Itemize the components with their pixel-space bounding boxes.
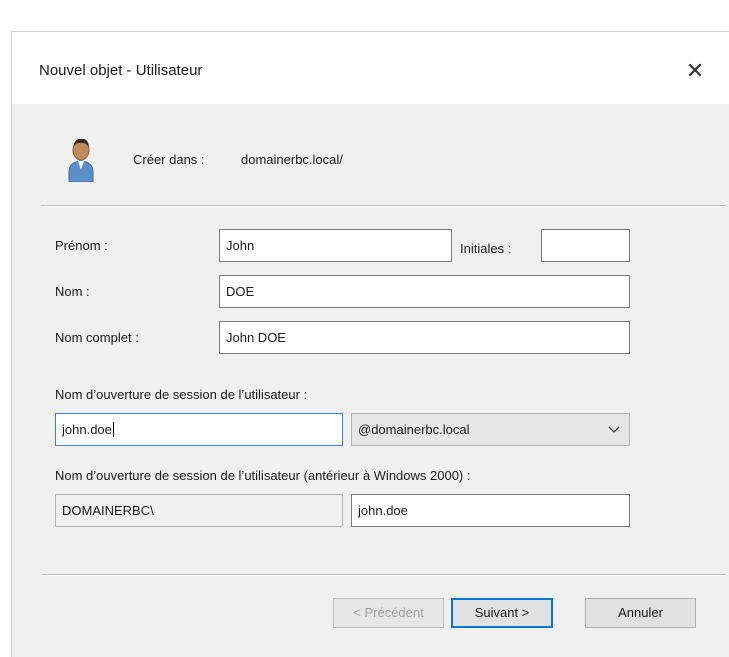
first-name-field[interactable]: John bbox=[219, 229, 452, 262]
last-name-field[interactable]: DOE bbox=[219, 275, 630, 308]
logon-pre2000-label: Nom d’ouverture de session de l’utilisat… bbox=[55, 468, 471, 483]
logon-name-value: john.doe bbox=[62, 422, 112, 437]
full-name-field[interactable]: John DOE bbox=[219, 321, 630, 354]
last-name-label: Nom : bbox=[55, 284, 90, 299]
dialog-title: Nouvel objet - Utilisateur bbox=[39, 62, 203, 79]
separator-top bbox=[41, 205, 726, 207]
initials-label: Initiales : bbox=[460, 241, 512, 256]
logon-pre2000-field[interactable]: john.doe bbox=[351, 494, 630, 527]
new-user-dialog: Nouvel objet - Utilisateur ✕ Créer dans … bbox=[11, 31, 729, 657]
initials-field[interactable] bbox=[541, 229, 630, 262]
next-button[interactable]: Suivant > bbox=[451, 598, 553, 628]
full-name-label: Nom complet : bbox=[55, 330, 139, 345]
dialog-titlebar: Nouvel objet - Utilisateur bbox=[12, 32, 729, 104]
separator-bottom bbox=[41, 574, 726, 576]
logon-name-label: Nom d’ouverture de session de l’utilisat… bbox=[55, 387, 308, 402]
text-caret bbox=[112, 422, 114, 437]
netbios-domain-field: DOMAINERBC\ bbox=[55, 494, 343, 527]
logon-name-field[interactable]: john.doe bbox=[55, 413, 343, 446]
previous-button[interactable]: < Précédent bbox=[333, 598, 444, 628]
chevron-down-icon[interactable] bbox=[607, 414, 621, 445]
upn-suffix-selected: @domainerbc.local bbox=[358, 422, 470, 437]
first-name-label: Prénom : bbox=[55, 238, 108, 253]
create-in-label: Créer dans : bbox=[133, 152, 205, 167]
user-icon bbox=[68, 138, 94, 182]
cancel-button[interactable]: Annuler bbox=[585, 598, 696, 628]
upn-suffix-dropdown[interactable]: @domainerbc.local bbox=[351, 413, 630, 446]
close-icon[interactable]: ✕ bbox=[680, 56, 710, 86]
create-in-path: domainerbc.local/ bbox=[241, 152, 343, 167]
